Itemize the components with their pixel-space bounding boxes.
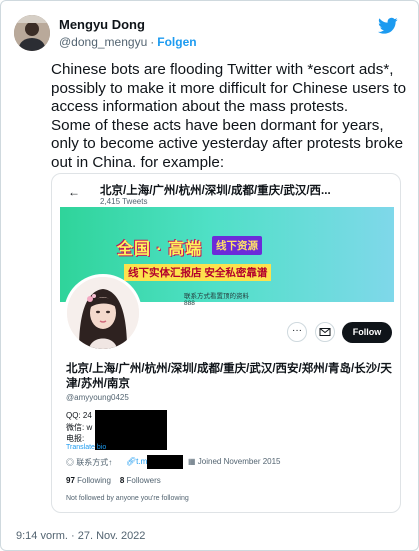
avatar-photo <box>14 15 50 51</box>
location-text: 联系方式↑ <box>76 458 113 467</box>
tweet-text: Chinese bots are flooding Twitter with *… <box>51 61 407 171</box>
separator-dot: · <box>150 35 155 49</box>
following-stat[interactable]: 97 Following <box>66 476 111 485</box>
follow-button[interactable]: Follow <box>342 322 392 343</box>
profile-joined: ▦ Joined November 2015 <box>188 457 281 466</box>
profile-website[interactable]: 🔗︎t.m <box>126 457 147 466</box>
tweet-timestamp[interactable]: 9:14 vorm. · 27. Nov. 2022 <box>16 530 145 542</box>
bio-wechat: 微信: w <box>66 422 93 432</box>
twitter-bird-icon[interactable] <box>378 17 398 35</box>
banner-headline: 全国 · 高端 <box>117 241 203 258</box>
follow-link[interactable]: Folgen <box>157 35 196 49</box>
author-avatar[interactable] <box>14 15 50 51</box>
profile-location: ◎ 联系方式↑ <box>66 457 112 468</box>
profile-handle: @amyyoung0425 <box>66 393 129 402</box>
followers-count: 8 <box>119 476 125 485</box>
profile-photo <box>67 277 139 349</box>
location-pin-icon: ◎ <box>66 458 77 467</box>
translate-bio-link[interactable]: Translate bio <box>66 444 106 451</box>
bio-qq: QQ: 24 <box>66 411 92 420</box>
following-label: Following <box>77 476 111 485</box>
message-button[interactable] <box>315 322 335 342</box>
joined-text: Joined November 2015 <box>197 457 281 466</box>
followers-label: Followers <box>126 476 161 485</box>
tweet-card: Mengyu Dong @dong_mengyu · Folgen Chinese … <box>0 0 419 551</box>
profile-picture <box>64 274 142 352</box>
banner-subline: 线下实体汇报店 安全私密靠谱 <box>124 264 272 281</box>
follow-stats: 97 Following 8 Followers <box>66 476 161 485</box>
followers-stat[interactable]: 8 Followers <box>120 476 161 485</box>
website-text[interactable]: t.m <box>136 457 147 466</box>
banner-badge: 线下资源 <box>212 236 262 255</box>
profile-bio: QQ: 24 微信: w 电报: <box>66 410 92 445</box>
author-name[interactable]: Mengyu Dong <box>59 17 145 32</box>
back-arrow-icon: ← <box>68 185 80 199</box>
envelope-icon <box>319 328 331 336</box>
redaction-bar <box>147 455 183 469</box>
bio-telegram: 电报: <box>66 434 85 443</box>
embedded-screenshot[interactable]: ← 北京/上海/广州/杭州/深圳/成都/重庆/武汉/西... 2,415 Twe… <box>51 173 401 513</box>
banner-small-text: 联系方式看置顶的资料 888 <box>184 293 249 307</box>
profile-display-name: 北京/上海/广州/杭州/深圳/成都/重庆/武汉/西安/郑州/青岛/长沙/天津/苏… <box>66 363 392 390</box>
following-count: 97 <box>66 476 75 485</box>
follow-context-note: Not followed by anyone you're following <box>66 495 189 502</box>
more-options-button[interactable]: ··· <box>287 322 307 342</box>
author-handle[interactable]: @dong_mengyu <box>59 35 147 49</box>
tweet-count: 2,415 Tweets <box>100 197 148 206</box>
link-icon: 🔗︎ <box>126 457 137 466</box>
calendar-icon: ▦ <box>188 457 198 466</box>
profile-header-title: 北京/上海/广州/杭州/深圳/成都/重庆/武汉/西... <box>100 185 331 197</box>
author-handle-line: @dong_mengyu · Folgen <box>59 35 197 49</box>
